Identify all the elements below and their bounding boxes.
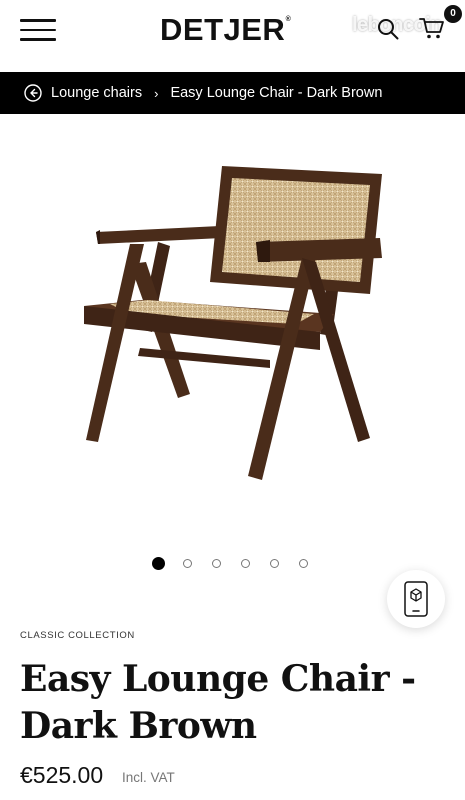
collection-label: CLASSIC COLLECTION bbox=[20, 630, 135, 641]
site-header: DETJER ® leboncoin 0 bbox=[0, 0, 465, 72]
ar-view-button[interactable] bbox=[387, 570, 445, 628]
hamburger-menu-icon[interactable] bbox=[20, 19, 56, 41]
gallery-dot-4[interactable] bbox=[241, 558, 250, 568]
product-price: €525.00 bbox=[20, 762, 104, 788]
registered-mark: ® bbox=[285, 16, 292, 23]
ar-view-phone-icon bbox=[404, 581, 428, 617]
cart-count-badge: 0 bbox=[444, 5, 462, 23]
gallery-dot-1[interactable] bbox=[152, 556, 165, 570]
gallery-dot-6[interactable] bbox=[299, 558, 308, 568]
search-icon[interactable] bbox=[377, 18, 399, 40]
vat-note: Incl. VAT bbox=[122, 770, 175, 785]
breadcrumb-separator: › bbox=[154, 85, 159, 101]
product-gallery[interactable] bbox=[0, 114, 465, 628]
product-image bbox=[84, 166, 382, 480]
gallery-dot-2[interactable] bbox=[183, 558, 192, 568]
breadcrumb-current: Easy Lounge Chair - Dark Brown bbox=[170, 85, 383, 101]
cart-icon[interactable] bbox=[419, 16, 445, 40]
brand-logo[interactable]: DETJER ® bbox=[160, 12, 291, 48]
gallery-pagination bbox=[152, 556, 328, 570]
product-title: Easy Lounge Chair - Dark Brown bbox=[20, 658, 416, 747]
brand-logo-text: DETJER bbox=[160, 12, 286, 47]
breadcrumb: Lounge chairs › Easy Lounge Chair - Dark… bbox=[0, 72, 465, 114]
gallery-dot-3[interactable] bbox=[212, 558, 221, 568]
circle-arrow-left-icon[interactable] bbox=[24, 84, 42, 102]
gallery-dot-5[interactable] bbox=[270, 558, 279, 568]
breadcrumb-parent-link[interactable]: Lounge chairs bbox=[51, 85, 142, 101]
